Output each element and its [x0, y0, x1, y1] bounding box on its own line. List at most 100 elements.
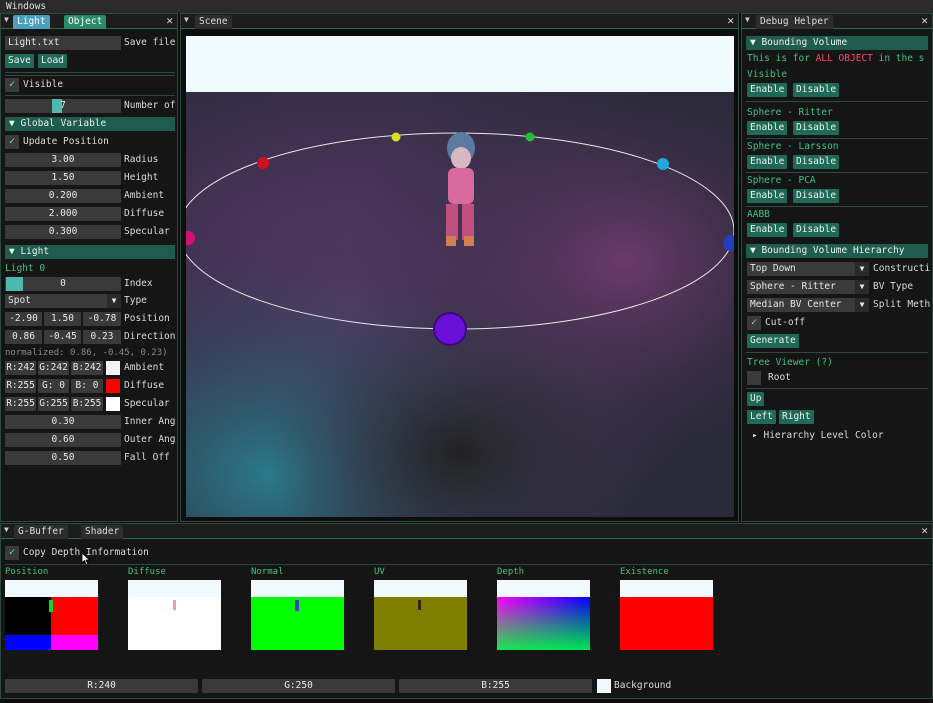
inner-angle-label: Inner Ang: [124, 416, 176, 427]
light-sphere-red[interactable]: [257, 157, 269, 169]
specular-g[interactable]: G:255: [38, 397, 69, 411]
collapse-icon[interactable]: ▼: [745, 15, 750, 24]
menu-bar[interactable]: Windows: [0, 0, 933, 13]
bounding-volume-header[interactable]: ▼ Bounding Volume: [746, 36, 928, 50]
light-sphere-yellow[interactable]: [391, 132, 401, 142]
light-header[interactable]: ▼ Light: [5, 245, 175, 259]
falloff-field[interactable]: 0.50: [5, 451, 121, 465]
collapse-icon[interactable]: ▼: [184, 15, 189, 24]
uv-buffer-image: [374, 580, 467, 650]
chevron-right-icon: ▸: [752, 430, 758, 441]
diffuse-color-label: Diffuse: [124, 380, 165, 391]
right-button[interactable]: Right: [779, 410, 814, 424]
cutoff-checkbox[interactable]: ✓: [747, 316, 761, 330]
diffuse-color-swatch[interactable]: [106, 379, 120, 393]
visible-checkbox[interactable]: ✓: [5, 78, 19, 92]
visible-enable-button[interactable]: Enable: [747, 83, 788, 97]
pca-disable-button[interactable]: Disable: [793, 189, 840, 203]
generate-button[interactable]: Generate: [747, 334, 799, 348]
position-y[interactable]: 1.50: [44, 312, 81, 326]
background-g[interactable]: G:250: [202, 679, 395, 693]
larsson-disable-button[interactable]: Disable: [793, 155, 840, 169]
background-color-swatch[interactable]: [597, 679, 611, 693]
split-method-dropdown[interactable]: Median BV Center ▼: [747, 298, 869, 312]
inner-angle-field[interactable]: 0.30: [5, 415, 121, 429]
group-aabb-label: AABB: [747, 209, 770, 220]
position-z[interactable]: -0.78: [83, 312, 121, 326]
depth-buffer-label: Depth: [497, 567, 525, 577]
larsson-enable-button[interactable]: Enable: [747, 155, 788, 169]
light-type-dropdown[interactable]: Spot ▼: [5, 294, 121, 308]
outer-angle-field[interactable]: 0.60: [5, 433, 121, 447]
specular-color-swatch[interactable]: [106, 397, 120, 411]
update-position-checkbox[interactable]: ✓: [5, 135, 19, 149]
light-sphere-cyan[interactable]: [657, 158, 669, 170]
normal-buffer-label: Normal: [251, 567, 284, 577]
light-sphere-purple[interactable]: [433, 312, 467, 346]
position-x[interactable]: -2.90: [5, 312, 42, 326]
ambient-field[interactable]: 0.200: [5, 189, 121, 203]
radius-field[interactable]: 3.00: [5, 153, 121, 167]
diffuse-field[interactable]: 2.000: [5, 207, 121, 221]
file-name-input[interactable]: Light.txt: [5, 36, 121, 50]
index-label: Index: [124, 278, 153, 289]
hierarchy-level-color-toggle[interactable]: ▸ Hierarchy Level Color: [752, 429, 884, 443]
sky-area: [186, 36, 734, 92]
ambient-r[interactable]: R:242: [5, 361, 36, 375]
direction-x[interactable]: 0.86: [5, 330, 42, 344]
tab-gbuffer[interactable]: G-Buffer: [14, 525, 68, 539]
visible-disable-button[interactable]: Disable: [793, 83, 840, 97]
light-sphere-green[interactable]: [525, 132, 535, 142]
tab-light[interactable]: Light: [13, 15, 50, 29]
tab-debug-helper[interactable]: Debug Helper: [756, 15, 833, 29]
existence-buffer-label: Existence: [620, 567, 669, 577]
group-pca-label: Sphere - PCA: [747, 175, 816, 186]
close-icon[interactable]: ✕: [166, 14, 173, 28]
tab-shader[interactable]: Shader: [81, 525, 124, 539]
load-button[interactable]: Load: [38, 54, 67, 68]
direction-y[interactable]: -0.45: [44, 330, 81, 344]
tree-viewer-label[interactable]: Tree Viewer (?): [747, 356, 833, 370]
diffuse-g[interactable]: G: 0: [38, 379, 69, 393]
global-variable-header[interactable]: ▼ Global Variable: [5, 117, 175, 131]
bv-type-dropdown[interactable]: Sphere - Ritter ▼: [747, 280, 869, 294]
ambient-b[interactable]: B:242: [71, 361, 103, 375]
up-button[interactable]: Up: [747, 392, 765, 406]
aabb-disable-button[interactable]: Disable: [793, 223, 840, 237]
background-r[interactable]: R:240: [5, 679, 198, 693]
number-slider[interactable]: 7: [5, 99, 121, 113]
copy-depth-checkbox[interactable]: ✓: [5, 546, 19, 560]
diffuse-r[interactable]: R:255: [5, 379, 36, 393]
close-icon[interactable]: ✕: [727, 14, 734, 28]
index-slider[interactable]: 0: [5, 277, 121, 291]
ambient-g[interactable]: G:242: [38, 361, 69, 375]
tab-scene[interactable]: Scene: [195, 15, 232, 29]
collapse-icon[interactable]: ▼: [4, 15, 9, 24]
background-b[interactable]: B:255: [399, 679, 592, 693]
uv-buffer-label: UV: [374, 567, 385, 577]
root-checkbox[interactable]: ✓: [747, 371, 761, 385]
aabb-enable-button[interactable]: Enable: [747, 223, 788, 237]
close-icon[interactable]: ✕: [921, 524, 928, 538]
save-button[interactable]: Save: [5, 54, 34, 68]
collapse-icon[interactable]: ▼: [4, 525, 9, 534]
close-icon[interactable]: ✕: [921, 14, 928, 28]
menu-windows[interactable]: Windows: [6, 1, 46, 12]
specular-field[interactable]: 0.300: [5, 225, 121, 239]
left-button[interactable]: Left: [747, 410, 776, 424]
ritter-disable-button[interactable]: Disable: [793, 121, 840, 135]
pca-enable-button[interactable]: Enable: [747, 189, 788, 203]
bvh-header[interactable]: ▼ Bounding Volume Hierarchy: [746, 244, 928, 258]
debug-helper-panel: ▼ Debug Helper ✕ ▼ Bounding Volume This …: [741, 13, 933, 522]
tab-object[interactable]: Object: [64, 15, 107, 29]
construction-dropdown[interactable]: Top Down ▼: [747, 262, 869, 276]
diffuse-b[interactable]: B: 0: [71, 379, 103, 393]
direction-z[interactable]: 0.23: [83, 330, 121, 344]
specular-r[interactable]: R:255: [5, 397, 36, 411]
scene-viewport[interactable]: [186, 36, 734, 517]
specular-b[interactable]: B:255: [71, 397, 103, 411]
chevron-down-icon: ▼: [855, 280, 869, 294]
ritter-enable-button[interactable]: Enable: [747, 121, 788, 135]
ambient-color-swatch[interactable]: [106, 361, 120, 375]
height-field[interactable]: 1.50: [5, 171, 121, 185]
